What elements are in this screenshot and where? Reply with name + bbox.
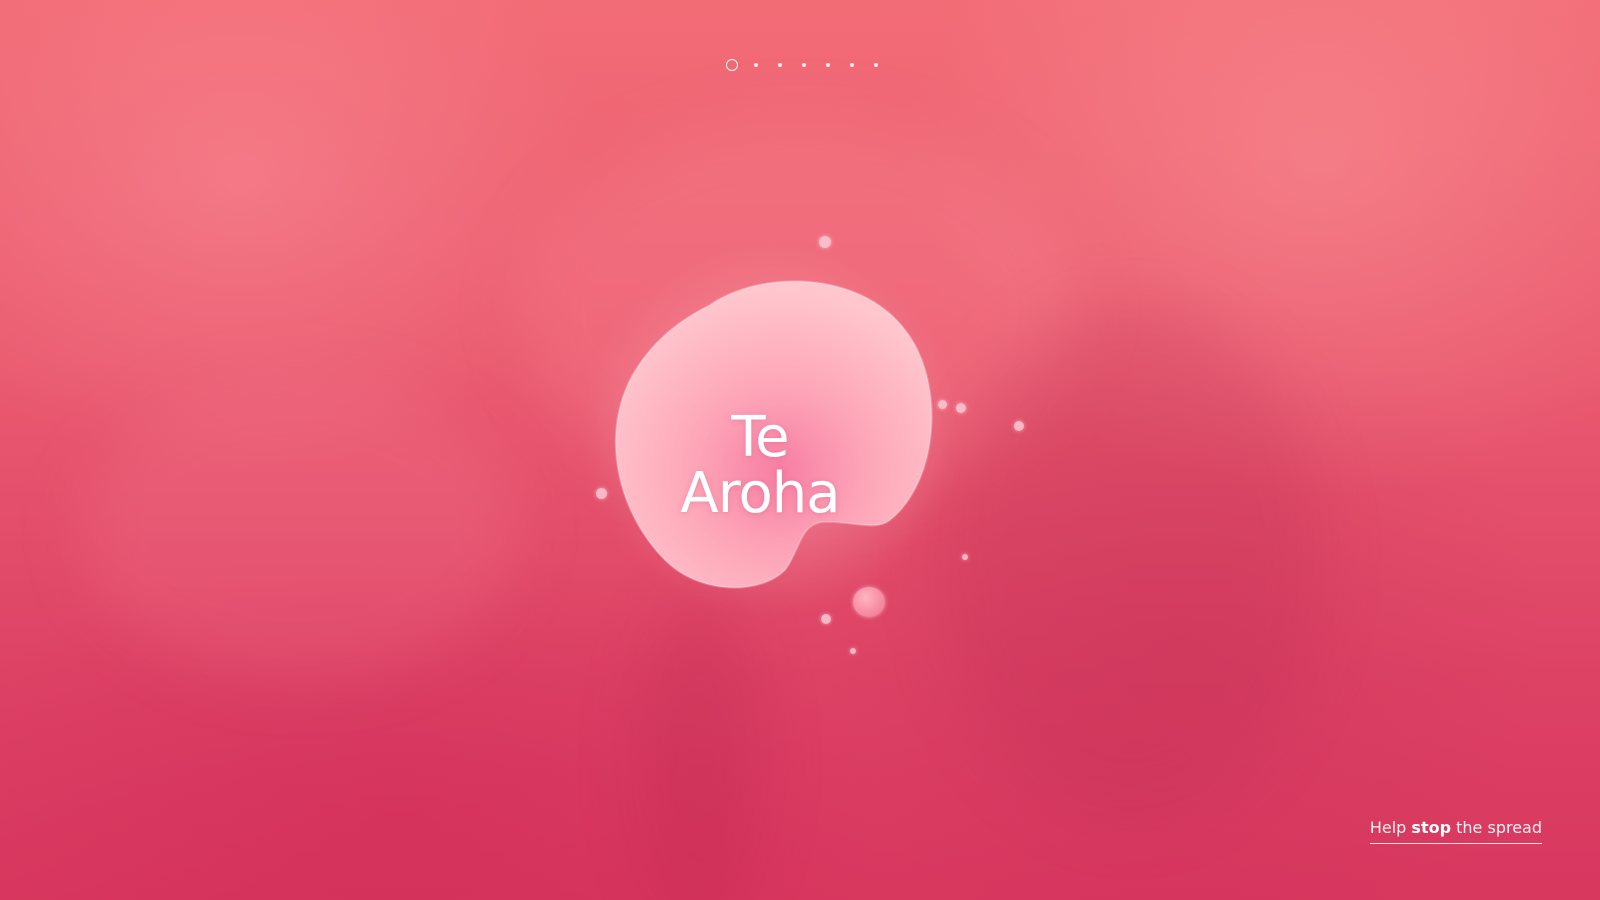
pagination-dot-6[interactable]: [840, 58, 864, 72]
floating-bubble: [956, 403, 966, 413]
pagination-dot-5[interactable]: [816, 58, 840, 72]
background-swirl: [80, 380, 520, 680]
hero-title: Te Aroha: [680, 405, 840, 526]
background-swirl: [640, 600, 760, 900]
pagination-dot-4[interactable]: [792, 58, 816, 72]
floating-bubble: [819, 236, 831, 248]
floating-bubble: [853, 587, 885, 617]
background: Te Aroha Help stop the spread: [0, 0, 1600, 900]
floating-bubble: [938, 400, 947, 409]
help-link-text-3: the spread: [1451, 818, 1542, 837]
help-stop-spread-link[interactable]: Help stop the spread: [1369, 818, 1542, 844]
floating-bubble: [962, 554, 968, 560]
pagination-dot-1[interactable]: [720, 58, 744, 72]
floating-bubble: [596, 488, 607, 499]
pagination-dot-7[interactable]: [864, 58, 888, 72]
floating-bubble: [1014, 421, 1024, 431]
floating-bubble: [850, 648, 856, 654]
hero-blob[interactable]: Te Aroha: [560, 250, 1000, 630]
pagination-dot-3[interactable]: [768, 58, 792, 72]
pagination-dot-2[interactable]: [744, 58, 768, 72]
help-link-text-2: stop: [1411, 818, 1452, 837]
floating-bubble: [821, 614, 831, 624]
slide-pagination: [720, 58, 888, 72]
help-link-text-1: Help: [1369, 818, 1412, 837]
